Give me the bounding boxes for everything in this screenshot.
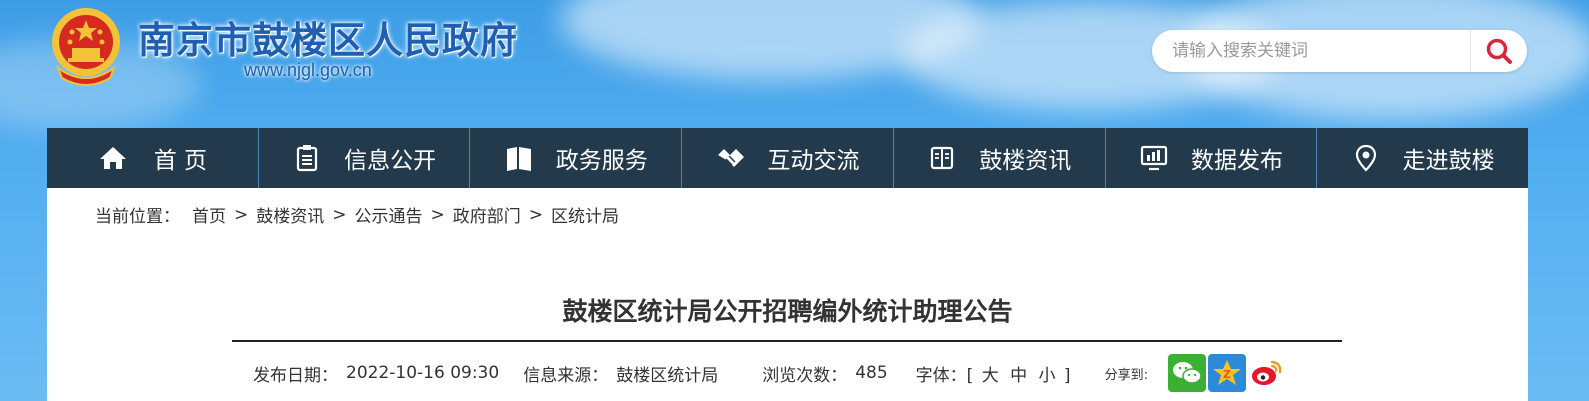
nav-item-gulou-news[interactable]: 鼓楼资讯 [894, 128, 1106, 188]
breadcrumb-separator: > [528, 204, 543, 225]
breadcrumb-link-gulou-news[interactable]: 鼓楼资讯 [256, 202, 324, 227]
weibo-icon[interactable] [1247, 354, 1286, 392]
nav-item-label: 首 页 [153, 148, 208, 174]
search-button[interactable] [1470, 30, 1526, 72]
source-value: 鼓楼区统计局 [616, 365, 719, 386]
breadcrumb-separator: > [430, 204, 445, 225]
search-box [1152, 30, 1527, 72]
book-open-icon [504, 143, 534, 173]
nav-item-label: 信息公开 [344, 148, 437, 174]
article-title: 鼓楼区统计局公开招聘编外统计助理公告 [562, 297, 1013, 326]
title-divider [232, 340, 1342, 342]
site-url[interactable]: www.njgl.gov.cn [244, 60, 372, 81]
monitor-chart-icon [1139, 143, 1169, 173]
main-nav: 首 页 信息公开 政务服务 互动交流 鼓楼资讯 数据发布 走进鼓楼 [47, 128, 1528, 188]
font-size-controls: [ 大 中 小 ] [967, 361, 1071, 386]
font-size-bracket-open: [ [966, 365, 974, 386]
wechat-icon[interactable] [1167, 354, 1206, 392]
nav-item-label: 鼓楼资讯 [979, 148, 1072, 174]
article-meta: 发布日期： 2022-10-16 09:30 信息来源： 鼓楼区统计局 浏览次数… [253, 354, 1288, 392]
views-count: 485 [855, 363, 888, 383]
breadcrumb-link-departments[interactable]: 政府部门 [453, 202, 521, 227]
breadcrumb-link-statistics-bureau[interactable]: 区统计局 [551, 202, 619, 227]
nav-item-interaction[interactable]: 互动交流 [682, 128, 894, 188]
publish-date-label: 发布日期： [253, 365, 338, 386]
search-input[interactable] [1152, 31, 1470, 71]
font-size-medium-button[interactable]: 中 [1010, 366, 1027, 386]
nav-item-label: 走进鼓楼 [1402, 148, 1495, 174]
font-size-large-button[interactable]: 大 [982, 366, 999, 386]
font-size-small-button[interactable]: 小 [1039, 366, 1056, 386]
views-label: 浏览次数： [762, 365, 848, 386]
national-emblem-icon [48, 6, 124, 88]
site-header: 南京市鼓楼区人民政府 www.njgl.gov.cn [0, 0, 1589, 128]
home-icon [98, 143, 128, 173]
svg-text:Z: Z [1223, 368, 1231, 381]
publish-date: 2022-10-16 09:30 [346, 363, 500, 383]
book-icon [927, 143, 957, 173]
site-title[interactable]: 南京市鼓楼区人民政府 [138, 10, 518, 64]
nav-item-label: 政务服务 [555, 148, 648, 174]
nav-item-label: 数据发布 [1190, 148, 1283, 174]
search-icon [1486, 38, 1512, 64]
breadcrumb-lead: 当前位置： [95, 207, 180, 227]
breadcrumb: 当前位置： 首页 > 鼓楼资讯 > 公示通告 > 政府部门 > 区统计局 [95, 202, 619, 228]
share-label: 分享到: [1104, 367, 1148, 383]
nav-item-gov-services[interactable]: 政务服务 [470, 128, 683, 188]
nav-item-home[interactable]: 首 页 [47, 128, 259, 188]
breadcrumb-separator: > [234, 204, 249, 225]
breadcrumb-link-notices[interactable]: 公示通告 [355, 202, 423, 227]
nav-item-data-release[interactable]: 数据发布 [1106, 128, 1318, 188]
location-pin-icon [1351, 143, 1381, 173]
content-area: 当前位置： 首页 > 鼓楼资讯 > 公示通告 > 政府部门 > 区统计局 鼓楼区… [47, 188, 1528, 401]
nav-item-enter-gulou[interactable]: 走进鼓楼 [1317, 128, 1528, 188]
nav-item-info-disclosure[interactable]: 信息公开 [259, 128, 471, 188]
nav-item-label: 互动交流 [767, 148, 860, 174]
handshake-icon [716, 143, 746, 173]
source-label: 信息来源： [523, 365, 609, 386]
font-size-bracket-close: ] [1063, 365, 1071, 386]
font-size-label: 字体： [915, 365, 967, 386]
breadcrumb-separator: > [332, 204, 347, 225]
breadcrumb-link-home[interactable]: 首页 [192, 202, 226, 227]
clipboard-icon [292, 143, 322, 173]
qzone-icon[interactable]: Z [1207, 354, 1246, 392]
